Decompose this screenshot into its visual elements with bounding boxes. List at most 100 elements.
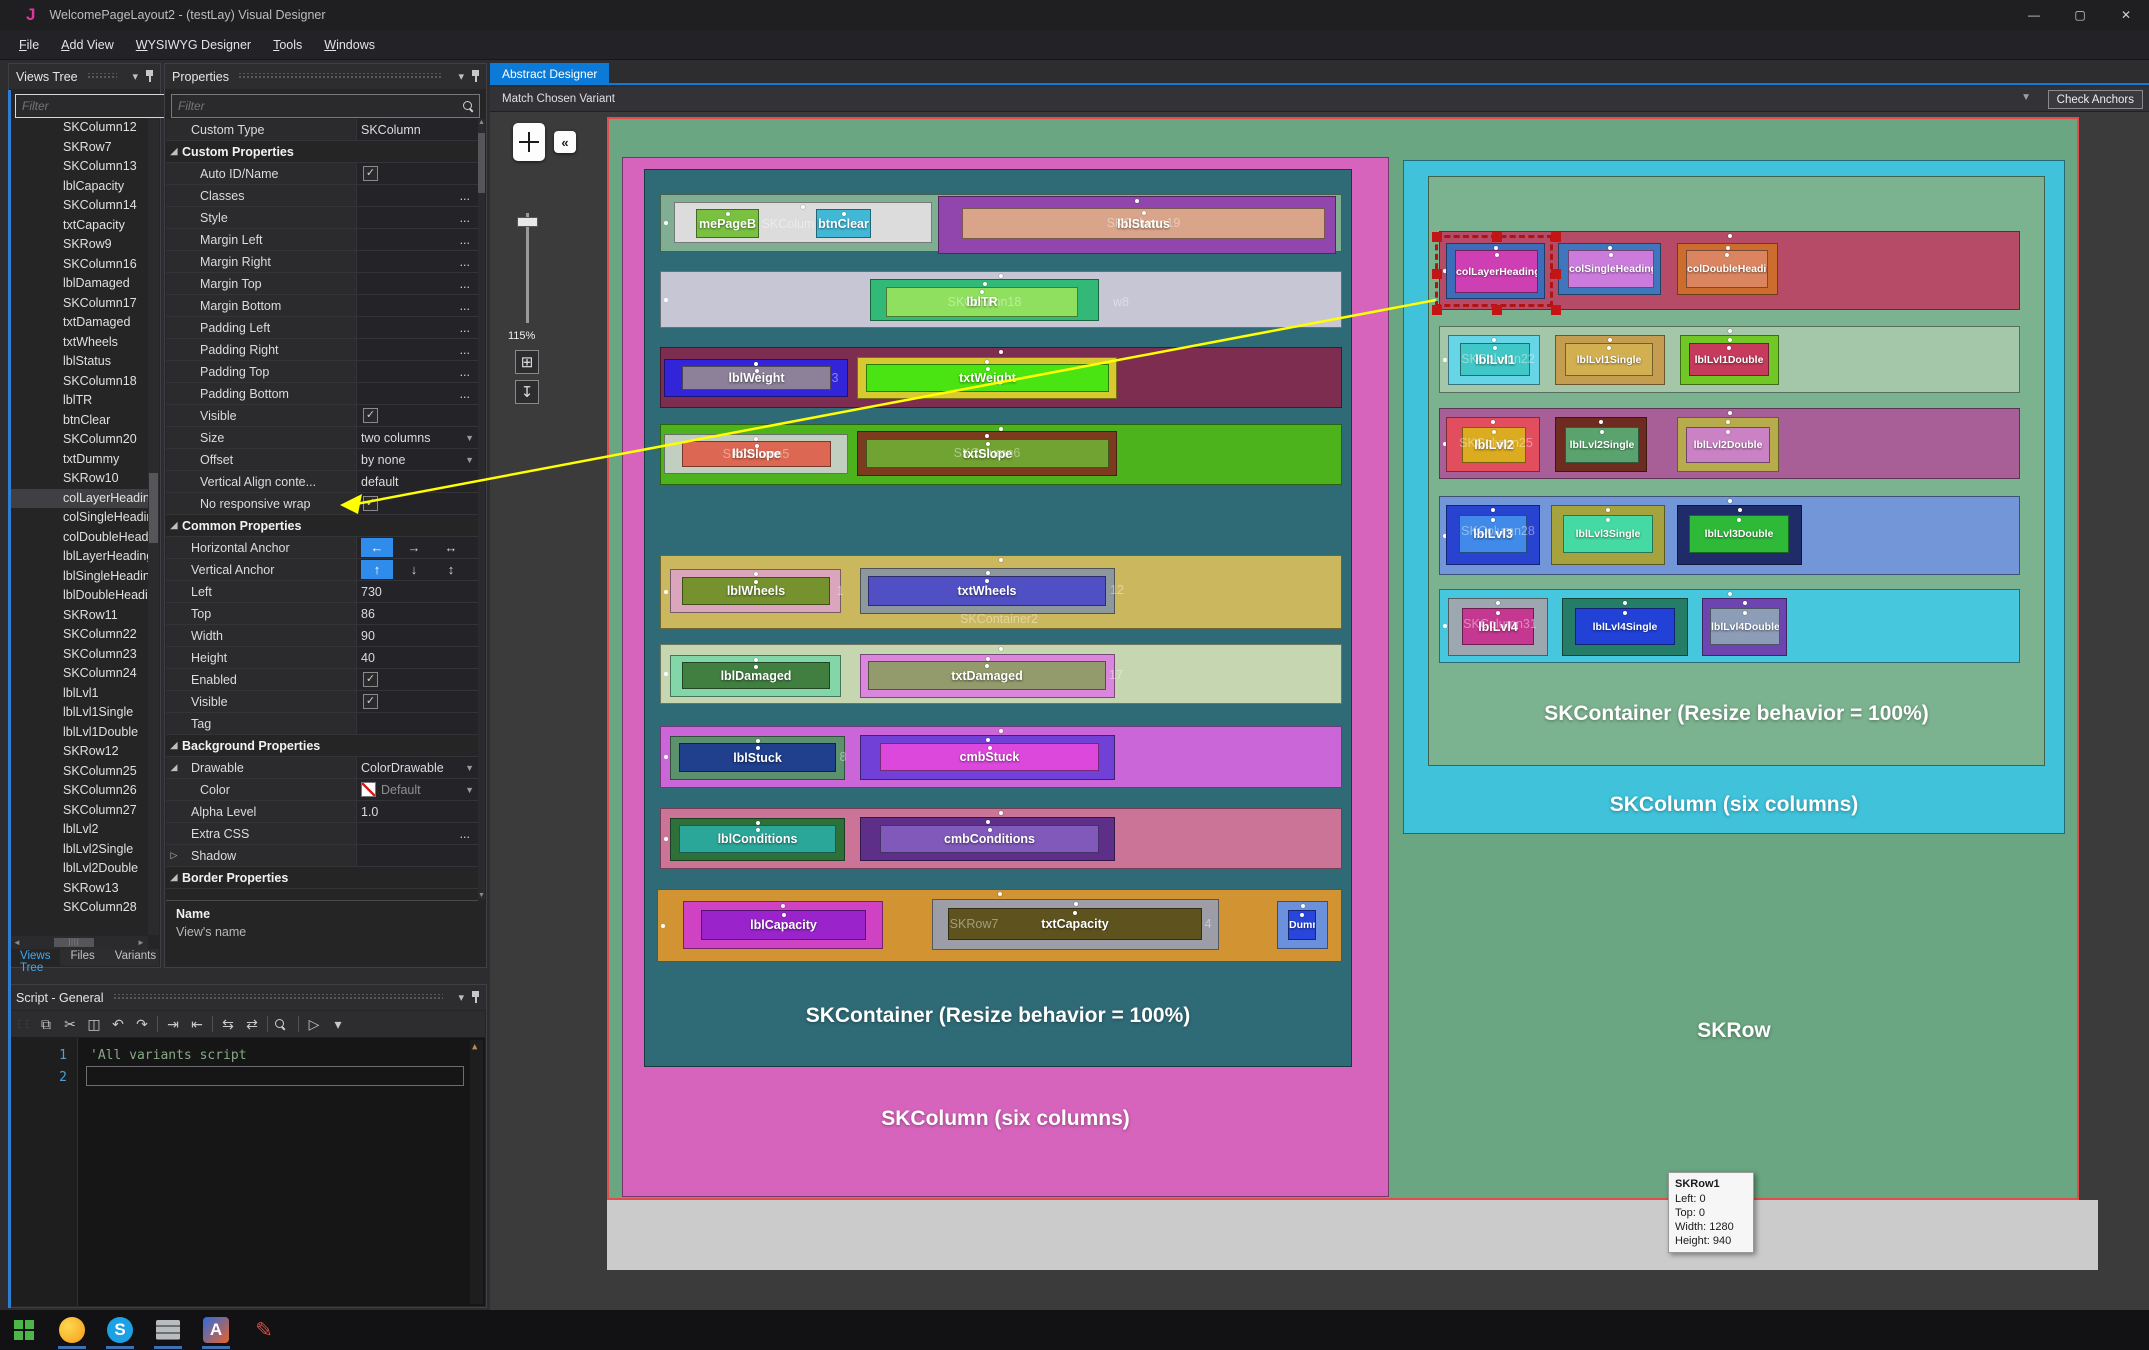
code-line[interactable]: 'All variants script [90,1048,247,1063]
tree-item-SKColumn18[interactable]: SKColumn18 [10,372,148,392]
tree-item-txtCapacity[interactable]: txtCapacity [10,216,148,236]
expander-icon[interactable]: ◢ [166,146,182,157]
txt-wheels[interactable]: txtWheels [868,576,1106,606]
property-value[interactable]: 730 [356,581,478,602]
ellipsis-button[interactable]: ... [460,827,470,841]
property-row-common-properties[interactable]: ◢Common Properties [166,515,478,537]
grid-toggle-button[interactable]: ⊞ [515,350,539,374]
selection-handle[interactable] [1551,232,1561,242]
views-tree-hscrollbar[interactable]: ◄ |||| ► [10,936,148,949]
tab-abstract-designer[interactable]: Abstract Designer [490,63,609,85]
chevron-down-icon[interactable]: ▼ [2021,92,2031,103]
col-single-heading[interactable]: colSingleHeading [1568,250,1654,288]
swap-left-icon[interactable]: ⇆ [216,1016,240,1033]
pan-tool-button[interactable] [513,123,545,161]
tree-item-lblLvl1Single[interactable]: lblLvl1Single [10,703,148,723]
tree-item-SKColumn16[interactable]: SKColumn16 [10,255,148,275]
maximize-button[interactable]: ▢ [2057,0,2103,30]
tree-item-SKColumn14[interactable]: SKColumn14 [10,196,148,216]
tree-item-btnClear[interactable]: btnClear [10,411,148,431]
lbl-weight[interactable]: lblWeight [682,366,831,390]
search-icon[interactable] [271,1016,295,1032]
tree-item-SKColumn25[interactable]: SKColumn25 [10,762,148,782]
tree-item-colDoubleHeading[interactable]: colDoubleHeading [10,528,148,548]
property-row-offset[interactable]: Offsetby none▼ [166,449,478,471]
col-double-heading[interactable]: colDoubleHeading [1686,250,1768,288]
property-value[interactable]: by none▼ [356,449,478,470]
lbl-lvl4[interactable]: lblLvl4 [1462,608,1534,645]
tree-item-SKColumn17[interactable]: SKColumn17 [10,294,148,314]
tree-item-colSingleHeading[interactable]: colSingleHeading [10,508,148,528]
property-value[interactable]: 1.0 [356,801,478,822]
toolbar-grip[interactable]: ⋮⋮ [14,1019,30,1030]
property-value[interactable]: ... [356,295,478,316]
cmb-stuck[interactable]: cmbStuck [880,743,1099,771]
run-icon[interactable]: ▷ [302,1016,326,1033]
tree-item-SKRow12[interactable]: SKRow12 [10,742,148,762]
selection-handle[interactable] [1432,269,1442,279]
property-row-height[interactable]: Height40 [166,647,478,669]
property-row-vertical-align-conte-[interactable]: Vertical Align conte...default [166,471,478,493]
tree-item-SKColumn23[interactable]: SKColumn23 [10,645,148,665]
outdent-icon[interactable]: ⇤ [185,1016,209,1033]
tree-item-SKColumn28[interactable]: SKColumn28 [10,898,148,918]
close-button[interactable]: ✕ [2103,0,2149,30]
tree-item-SKColumn12[interactable]: SKColumn12 [10,118,148,138]
selection-handle[interactable] [1551,269,1561,279]
text-value[interactable]: 1.0 [361,805,378,819]
property-value[interactable]: ✓ [356,691,478,712]
property-value[interactable] [356,713,478,734]
hscroll-thumb[interactable]: |||| [54,938,94,947]
start-icon[interactable] [0,1310,48,1350]
property-row-horizontal-anchor[interactable]: Horizontal Anchor←→↔ [166,537,478,559]
property-row-style[interactable]: Style... [166,207,478,229]
cmb-conditions[interactable]: cmbConditions [880,825,1099,853]
checkbox[interactable]: ✓ [363,694,378,709]
property-row-margin-bottom[interactable]: Margin Bottom... [166,295,478,317]
indent-icon[interactable]: ⇥ [161,1016,185,1033]
anchor-v-button-1[interactable]: ↓ [398,560,430,579]
property-value[interactable]: ... [356,229,478,250]
tree-item-txtDummy[interactable]: txtDummy [10,450,148,470]
scroll-right-icon[interactable]: ► [134,936,148,949]
lbl-lvl2[interactable]: lblLvl2 [1462,427,1526,463]
expander-icon[interactable]: ◢ [166,872,182,883]
tree-item-SKColumn13[interactable]: SKColumn13 [10,157,148,177]
property-row-tag[interactable]: Tag [166,713,478,735]
chevron-down-icon[interactable]: ▼ [465,455,474,465]
scroll-left-icon[interactable]: ◄ [10,936,24,949]
property-value[interactable]: ... [356,207,478,228]
property-value[interactable]: default [356,471,478,492]
lbl-lvl3-single[interactable]: lblLvl3Single [1563,515,1653,553]
stack-icon[interactable] [144,1310,192,1350]
lbl-lvl1[interactable]: lblLvl1 [1460,343,1530,376]
property-row-padding-left[interactable]: Padding Left... [166,317,478,339]
btn-clear[interactable]: btnClear [816,209,871,238]
skype-icon[interactable]: S [96,1310,144,1350]
property-row-margin-top[interactable]: Margin Top... [166,273,478,295]
views-tree-vscrollbar[interactable] [148,118,159,935]
tree-item-lblStatus[interactable]: lblStatus [10,352,148,372]
lbl-lvl2-double[interactable]: lblLvl2Double [1686,427,1770,463]
property-row-no-responsive-wrap[interactable]: No responsive wrap✓ [166,493,478,515]
selection-handle[interactable] [1432,305,1442,315]
expander-icon[interactable]: ◢ [166,762,182,773]
property-value[interactable]: two columns▼ [356,427,478,448]
txt-dummy[interactable]: Dumm [1288,910,1316,940]
lbl-damaged[interactable]: lblDamaged [682,662,830,689]
tree-item-SKColumn20[interactable]: SKColumn20 [10,430,148,450]
app-a-icon[interactable]: A [192,1310,240,1350]
dropdown-value[interactable]: ColorDrawable [361,761,444,775]
lbl-status[interactable]: lblStatus [962,208,1325,239]
property-row-padding-bottom[interactable]: Padding Bottom... [166,383,478,405]
cut-icon[interactable]: ✂ [58,1016,82,1033]
property-row-auto-id-name[interactable]: Auto ID/Name✓ [166,163,478,185]
property-value[interactable]: ✓ [356,493,478,514]
color-swatch[interactable] [361,782,376,797]
paste-icon[interactable]: ◫ [82,1016,106,1033]
property-value[interactable]: ... [356,273,478,294]
menu-item-tools[interactable]: Tools [262,33,313,57]
design-canvas[interactable]: mePageBSKColumbtnClearlblStatusSKColumn1… [607,117,2079,1200]
ellipsis-button[interactable]: ... [460,387,470,401]
text-value[interactable]: 40 [361,651,375,665]
